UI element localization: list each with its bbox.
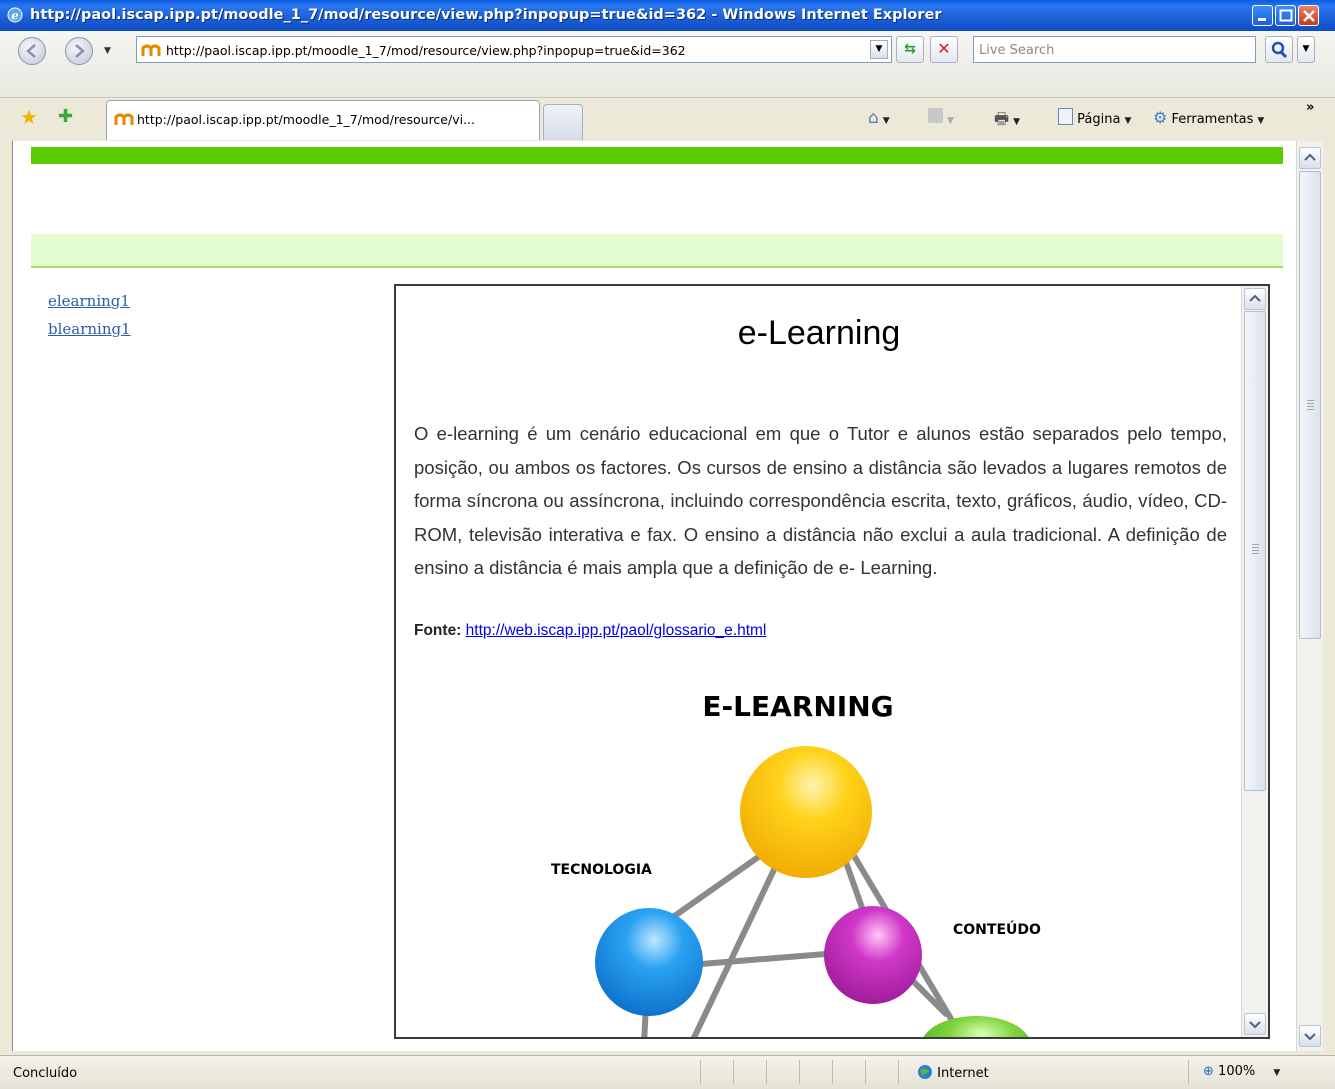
- stop-button[interactable]: ✕: [930, 36, 958, 63]
- frame-scroll-up-button[interactable]: [1244, 288, 1266, 310]
- diagram-label-tecnologia: TECNOLOGIA: [551, 862, 652, 878]
- search-placeholder: Live Search: [979, 43, 1055, 58]
- minimize-button[interactable]: [1252, 5, 1273, 26]
- maximize-button[interactable]: [1275, 5, 1296, 26]
- search-icon: [1271, 41, 1288, 59]
- chevron-down-icon: [1249, 1021, 1261, 1029]
- page-scroll-down-button[interactable]: [1299, 1025, 1321, 1047]
- status-divider: [865, 1060, 866, 1084]
- home-icon: ⌂: [868, 108, 879, 128]
- status-divider: [700, 1060, 701, 1084]
- resource-link-elearning1[interactable]: elearning1: [48, 287, 131, 315]
- zoom-dropdown-icon: ▼: [1273, 1068, 1281, 1078]
- page-icon: [1058, 108, 1073, 125]
- forward-arrow-icon: [75, 44, 85, 58]
- elearning-diagram: E-LEARNING TECNOLOGIA CONTEÚDO: [551, 690, 1041, 1037]
- status-divider: [799, 1060, 800, 1084]
- page-title: e-Learning: [737, 314, 901, 352]
- yellow-sphere: [740, 746, 872, 878]
- tools-menu[interactable]: ⚙ Ferramentas ▼: [1153, 108, 1264, 127]
- zoom-control[interactable]: ⊕ 100% ▼: [1203, 1064, 1280, 1079]
- forward-button[interactable]: [65, 37, 93, 65]
- feeds-button[interactable]: ▼: [928, 108, 954, 127]
- green-sphere: [923, 1016, 1029, 1037]
- favorites-center-icon[interactable]: ★: [20, 107, 38, 127]
- status-divider: [832, 1060, 833, 1084]
- tools-menu-label: Ferramentas: [1171, 112, 1254, 127]
- print-button[interactable]: 🖶 ▼: [994, 108, 1020, 135]
- title-bar: e http://paol.iscap.ipp.pt/moodle_1_7/mo…: [0, 0, 1335, 31]
- address-dropdown[interactable]: ▼: [870, 40, 888, 59]
- diagram-label-conteudo: CONTEÚDO: [953, 920, 1041, 938]
- toolbar-overflow-chevron-icon[interactable]: »: [1306, 100, 1314, 115]
- frame-scrollbar[interactable]: [1241, 286, 1268, 1037]
- search-input[interactable]: Live Search: [973, 36, 1256, 63]
- home-button[interactable]: ⌂ ▼: [868, 108, 890, 128]
- tab-current[interactable]: http://paol.iscap.ipp.pt/moodle_1_7/mod/…: [106, 100, 540, 140]
- security-zone[interactable]: Internet: [917, 1064, 989, 1081]
- back-arrow-icon: [26, 44, 36, 58]
- navbar-strip: [31, 234, 1283, 268]
- zoom-level: 100%: [1218, 1064, 1256, 1079]
- stop-icon: ✕: [937, 39, 951, 58]
- source-label: Fonte:: [414, 622, 462, 639]
- page-scrollbar[interactable]: [1296, 141, 1323, 1051]
- page-scroll-thumb[interactable]: [1299, 171, 1321, 639]
- add-favorite-icon[interactable]: ✚: [58, 107, 73, 127]
- tab-label: http://paol.iscap.ipp.pt/moodle_1_7/mod/…: [137, 112, 475, 127]
- globe-icon: [918, 1065, 932, 1079]
- zoom-icon: ⊕: [1203, 1064, 1214, 1079]
- search-button[interactable]: [1265, 36, 1293, 63]
- address-field[interactable]: http://paol.iscap.ipp.pt/moodle_1_7/mod/…: [136, 36, 892, 63]
- back-button[interactable]: [18, 37, 46, 65]
- new-tab-button[interactable]: [543, 104, 583, 140]
- zone-label: Internet: [937, 1066, 989, 1081]
- navigation-bar: ▼ http://paol.iscap.ipp.pt/moodle_1_7/mo…: [0, 31, 1335, 98]
- diagram-title: E-LEARNING: [702, 690, 893, 723]
- definition-paragraph: O e-learning é um cenário educacional em…: [414, 423, 1227, 578]
- page-scroll-up-button[interactable]: [1299, 147, 1321, 169]
- status-bar: Concluído Internet ⊕ 100% ▼: [0, 1055, 1335, 1089]
- address-url: http://paol.iscap.ipp.pt/moodle_1_7/mod/…: [166, 43, 686, 58]
- status-text: Concluído: [13, 1066, 78, 1081]
- source-line: Fonte: http://web.iscap.ipp.pt/paol/glos…: [414, 622, 766, 640]
- status-divider: [1188, 1060, 1189, 1084]
- recent-pages-dropdown[interactable]: ▼: [104, 46, 111, 56]
- rss-icon: [928, 108, 943, 123]
- window-title: http://paol.iscap.ipp.pt/moodle_1_7/mod/…: [30, 7, 942, 23]
- page-menu[interactable]: Página ▼: [1058, 108, 1131, 127]
- status-divider: [766, 1060, 767, 1084]
- svg-text:e: e: [11, 9, 19, 23]
- browser-window: e http://paol.iscap.ipp.pt/moodle_1_7/mo…: [0, 0, 1335, 1089]
- refresh-icon: ⇆: [904, 41, 916, 57]
- chevron-down-icon: [1304, 1033, 1316, 1041]
- source-link[interactable]: http://web.iscap.ipp.pt/paol/glossario_e…: [466, 622, 767, 639]
- status-divider: [898, 1060, 899, 1084]
- moodle-icon: [114, 113, 134, 125]
- resource-link-blearning1[interactable]: blearning1: [48, 315, 131, 343]
- close-button[interactable]: [1298, 5, 1319, 26]
- chevron-up-icon: [1249, 294, 1261, 302]
- blue-sphere: [595, 908, 703, 1016]
- frame-scroll-down-button[interactable]: [1244, 1013, 1266, 1035]
- purple-sphere: [824, 906, 922, 1004]
- moodle-icon: [141, 44, 161, 56]
- frame-scroll-thumb[interactable]: [1244, 311, 1266, 791]
- page-viewport: elearning1 blearning1 e-Learning O e-lea…: [12, 141, 1296, 1051]
- status-divider: [733, 1060, 734, 1084]
- refresh-button[interactable]: ⇆: [896, 36, 924, 63]
- header-green-bar: [31, 147, 1283, 164]
- search-options-dropdown[interactable]: ▼: [1297, 36, 1315, 63]
- resource-list: elearning1 blearning1: [48, 287, 131, 343]
- gear-icon: ⚙: [1153, 108, 1168, 127]
- ie-logo-icon: e: [7, 7, 23, 23]
- content-frame: e-Learning O e-learning é um cenário edu…: [394, 284, 1270, 1039]
- printer-icon: 🖶: [994, 109, 1010, 128]
- page-menu-label: Página: [1077, 112, 1121, 127]
- chevron-up-icon: [1304, 153, 1316, 161]
